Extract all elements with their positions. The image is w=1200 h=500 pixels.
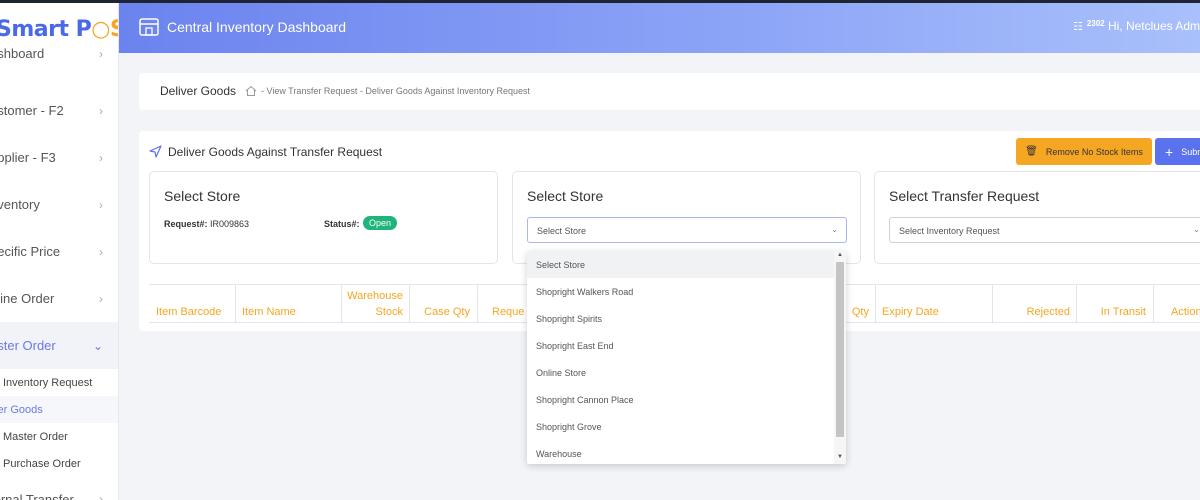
dropdown-option[interactable]: Shopright Walkers Road — [527, 278, 834, 305]
sidebar-item-label: aster Order — [0, 338, 56, 353]
chevron-down-icon: ⌄ — [1193, 225, 1200, 234]
send-icon — [149, 145, 162, 158]
sidebar: Smart P○S ashboard › ustomer - F2 › uppl… — [0, 0, 119, 500]
chevron-right-icon: › — [99, 244, 103, 259]
request-label: Request#: — [164, 219, 208, 229]
status-label: Status#: — [324, 219, 360, 229]
top-border — [0, 0, 1200, 3]
sidebar-item-label: nline Order — [0, 291, 55, 306]
store-icon — [139, 18, 159, 36]
sidebar-item-label: ashboard — [0, 46, 45, 61]
dropdown-option[interactable]: Shopright Spirits — [527, 305, 834, 332]
top-header: Central Inventory Dashboard ☷ 2302 Hi, Ne… — [119, 3, 1200, 53]
scrollbar-thumb[interactable] — [836, 262, 844, 437]
chevron-right-icon: › — [99, 150, 103, 165]
scroll-up-icon[interactable]: ▲ — [837, 252, 843, 258]
sidebar-item-specific-price[interactable]: pecific Price › — [0, 228, 118, 275]
sidebar-item-inventory[interactable]: nventory › — [0, 181, 118, 228]
sidebar-subitem-label: ver Goods — [0, 403, 43, 416]
chevron-right-icon: › — [99, 291, 103, 306]
chevron-right-icon: › — [99, 492, 103, 500]
dropdown-option[interactable]: Online Store — [527, 359, 834, 386]
sidebar-item-master-order[interactable]: aster Order ⌄ — [0, 322, 118, 369]
th-item-barcode: Item Barcode — [149, 285, 236, 322]
th-warehouse-stock: Warehouse Stock — [342, 285, 410, 322]
sidebar-item-customer[interactable]: ustomer - F2 › — [0, 87, 118, 134]
dropdown-option[interactable]: Shopright Grove — [527, 413, 834, 440]
dropdown-option[interactable]: Select Store — [527, 251, 834, 278]
th-action: Action — [1171, 306, 1200, 318]
sidebar-item-label: nventory — [0, 197, 40, 212]
sidebar-subitem-new-inventory-request[interactable]: w Inventory Request — [0, 369, 118, 396]
submit-button-label: Subm — [1181, 146, 1200, 157]
sidebar-item-label: ustomer - F2 — [0, 103, 64, 118]
user-greeting: Hi, Netclues Adm — [1107, 19, 1200, 33]
chevron-right-icon: › — [99, 103, 103, 118]
page-title: Deliver Goods — [160, 84, 237, 98]
dropdown-option[interactable]: Warehouse — [527, 440, 834, 464]
dropdown-option[interactable]: Shopright Cannon Place — [527, 386, 834, 413]
store-dropdown-list[interactable]: Select Store Shopright Walkers Road Shop… — [527, 251, 846, 464]
sidebar-subitem-deliver-goods[interactable]: ver Goods — [0, 396, 118, 423]
store-select-value: Select Store — [537, 226, 587, 236]
notification-count: 2302 — [1086, 19, 1105, 28]
sidebar-item-label: ternal Transfer — [0, 492, 74, 500]
sidebar-subitem-label: w Purchase Order — [0, 457, 81, 470]
sidebar-subitem-label: w Inventory Request — [0, 376, 93, 389]
breadcrumb-card: Deliver Goods - View Transfer Request - … — [139, 73, 1200, 110]
select-transfer-title: Select Transfer Request — [889, 188, 1040, 204]
sidebar-item-online-order[interactable]: nline Order › — [0, 275, 118, 322]
scroll-down-icon[interactable]: ▼ — [837, 454, 843, 460]
submit-button[interactable]: + Subm — [1155, 138, 1200, 165]
cart-icon[interactable]: ☷ — [1073, 21, 1083, 33]
store-info-title: Select Store — [164, 188, 241, 204]
th-in-transit: In Transit — [1077, 285, 1154, 322]
plus-icon: + — [1165, 143, 1174, 160]
breadcrumb[interactable]: - View Transfer Request - Deliver Goods … — [261, 86, 530, 96]
logo-text: Smart P○S — [0, 17, 118, 42]
status-badge: Open — [363, 216, 398, 230]
sidebar-item-supplier[interactable]: upplier - F3 › — [0, 134, 118, 181]
remove-no-stock-button[interactable]: 🗑 Remove No Stock Items — [1016, 138, 1152, 165]
store-info-card: Select Store Request#: IR009863 Status#:… — [149, 171, 498, 264]
th-rejected: Rejected — [993, 285, 1077, 322]
th-item-name: Item Name — [236, 285, 342, 322]
chevron-right-icon: › — [99, 46, 103, 61]
home-icon[interactable] — [245, 85, 257, 97]
sidebar-item-label: upplier - F3 — [0, 150, 56, 165]
select-transfer-request-card: Select Transfer Request Select Inventory… — [874, 171, 1200, 264]
request-number: Request#: IR009863 — [164, 219, 249, 229]
dropdown-option[interactable]: Shopright East End — [527, 332, 834, 359]
request-value: IR009863 — [210, 219, 250, 229]
section-title: Deliver Goods Against Transfer Request — [168, 145, 383, 159]
sidebar-subitem-label: w Master Order — [0, 430, 68, 443]
dropdown-scrollbar[interactable]: ▲ ▼ — [834, 251, 846, 464]
store-select[interactable]: Select Store ⌄ — [527, 217, 847, 243]
header-title: Central Inventory Dashboard — [167, 19, 346, 35]
th-expiry-date: Expiry Date — [876, 285, 993, 322]
inventory-request-value: Select Inventory Request — [899, 226, 1000, 236]
sidebar-item-internal-transfer[interactable]: ternal Transfer › — [0, 482, 118, 500]
chevron-down-icon: ⌄ — [831, 225, 838, 234]
sidebar-subitem-new-master-order[interactable]: w Master Order — [0, 423, 118, 450]
remove-button-label: Remove No Stock Items — [1045, 146, 1143, 157]
sidebar-item-label: pecific Price — [0, 244, 61, 259]
select-store-title: Select Store — [527, 188, 604, 204]
sidebar-subitem-new-purchase-order[interactable]: w Purchase Order — [0, 450, 118, 477]
chevron-down-icon: ⌄ — [92, 338, 103, 353]
user-menu[interactable]: ☷ 2302 Hi, Netclues Adm — [1073, 19, 1200, 33]
sidebar-item-dashboard[interactable]: ashboard › — [0, 40, 118, 67]
th-case-qty: Case Qty — [410, 285, 478, 322]
chevron-right-icon: › — [99, 197, 103, 212]
inventory-request-select[interactable]: Select Inventory Request ⌄ — [889, 217, 1200, 243]
trash-icon: 🗑 — [1025, 146, 1038, 157]
